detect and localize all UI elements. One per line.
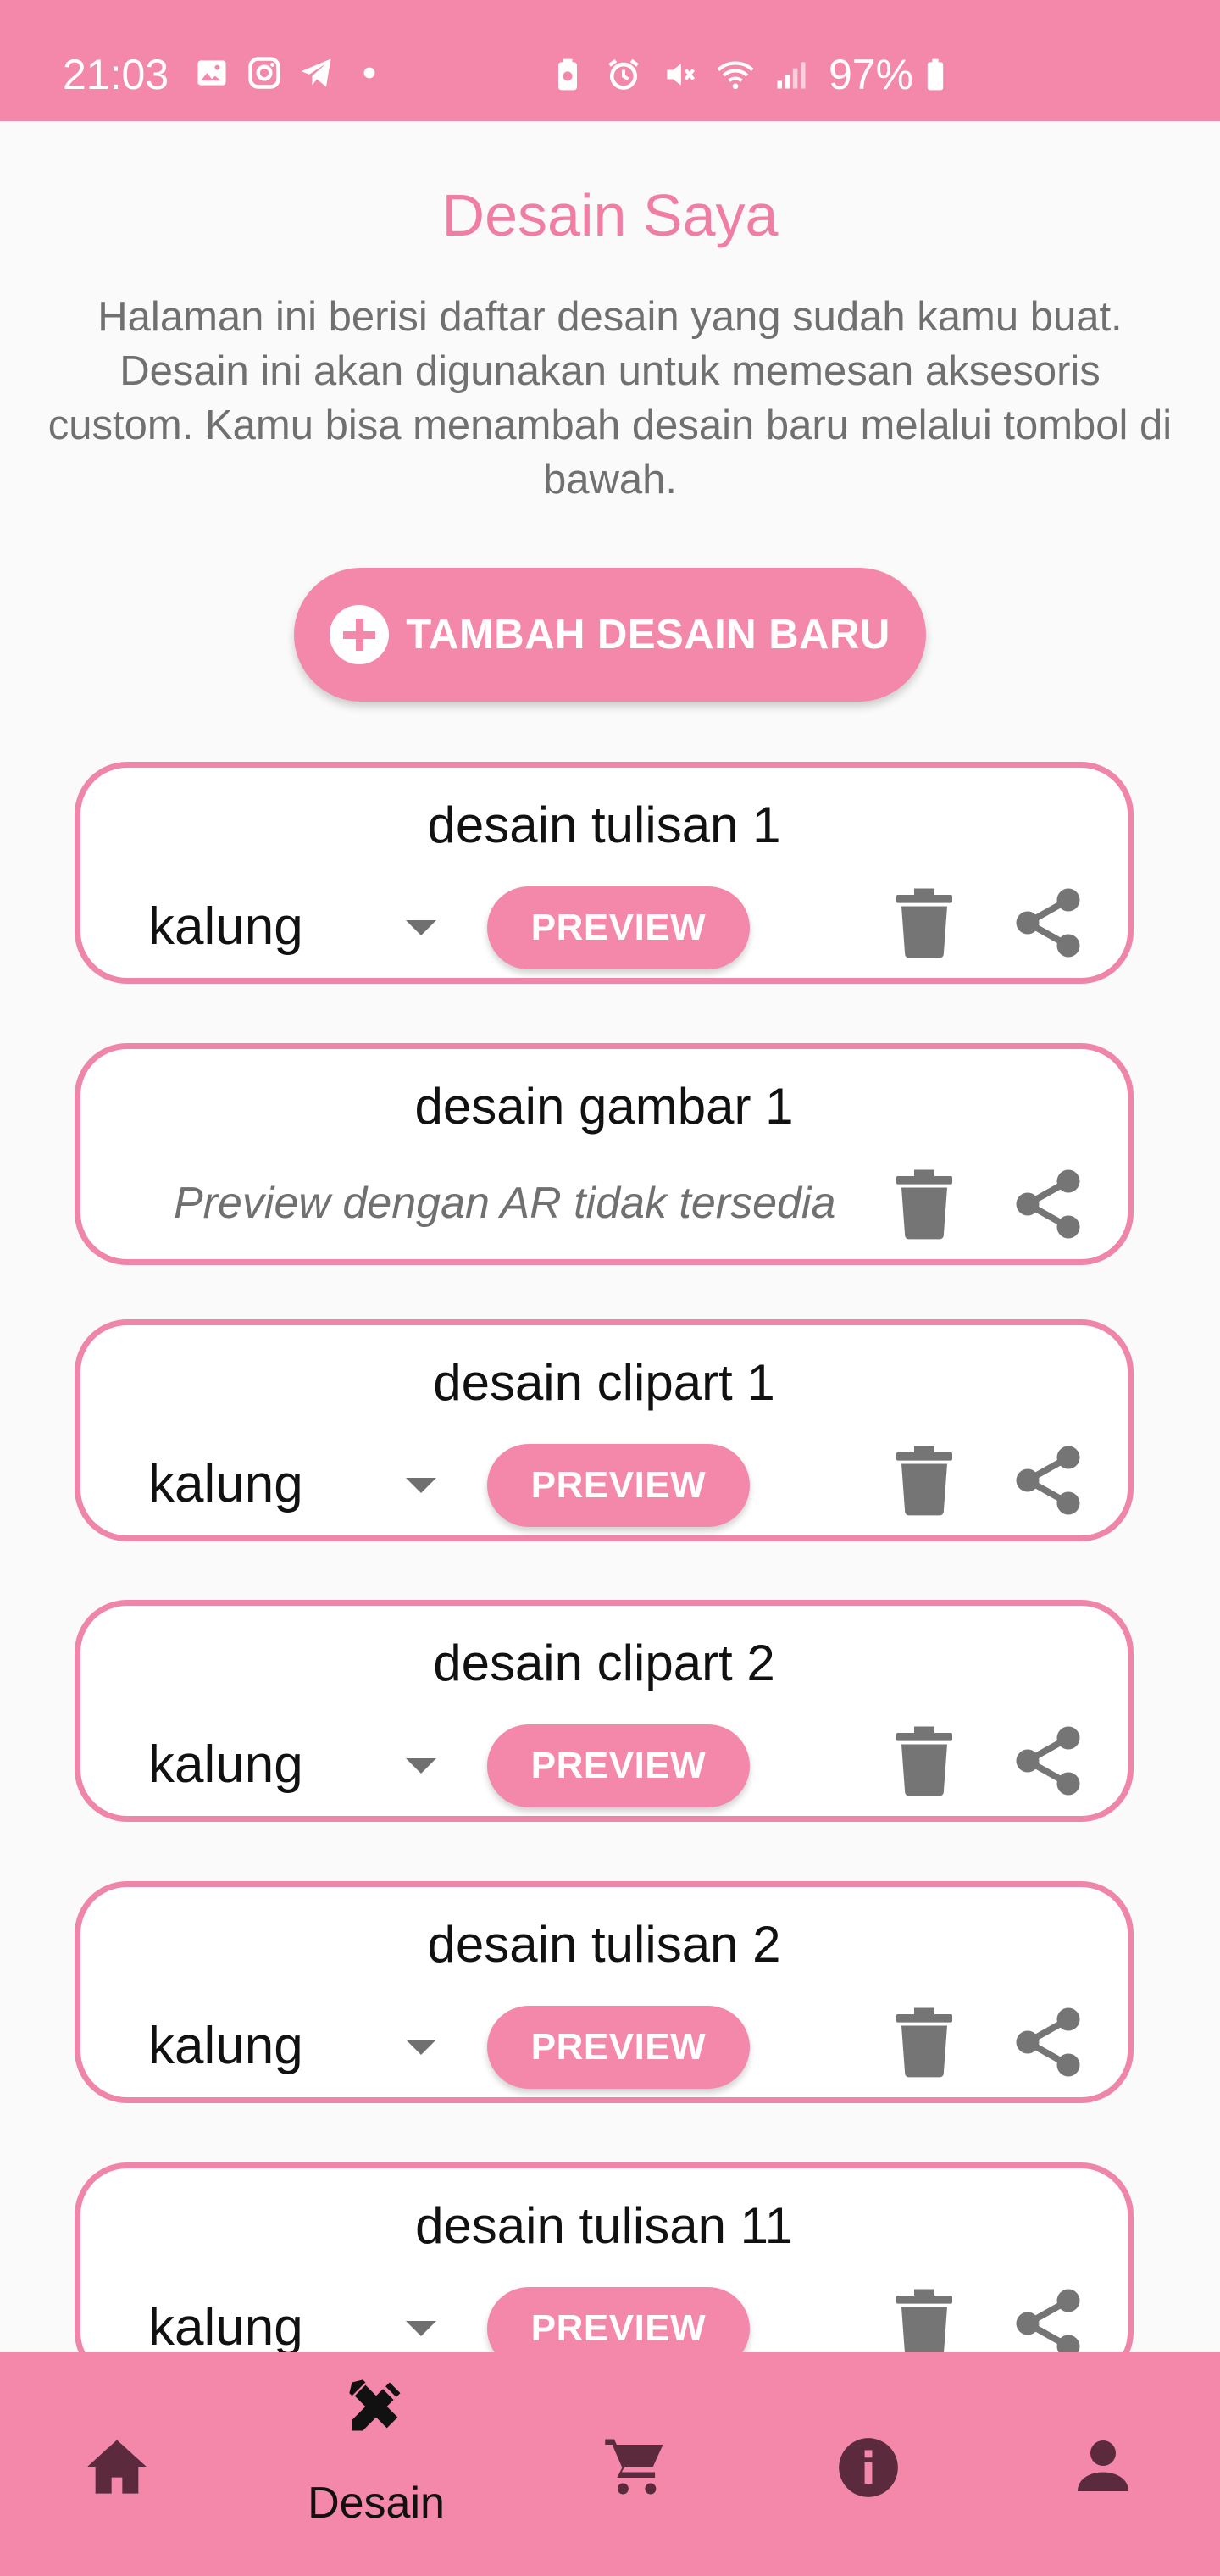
share-icon[interactable] xyxy=(1012,2006,1084,2079)
cart-icon xyxy=(605,2439,663,2495)
battery-icon xyxy=(917,56,954,93)
dot-icon xyxy=(351,54,388,92)
design-name: desain gambar 1 xyxy=(414,1078,794,1135)
wifi-icon xyxy=(717,56,754,93)
preview-button[interactable]: PREVIEW xyxy=(487,1444,750,1527)
nav-desain[interactable]: Desain xyxy=(291,2352,461,2576)
dropdown-arrow-icon xyxy=(406,1758,436,1774)
design-icon xyxy=(349,2379,401,2431)
delete-icon[interactable] xyxy=(894,1444,955,1517)
share-icon[interactable] xyxy=(1012,1724,1084,1797)
signal-icon xyxy=(773,56,810,93)
share-icon[interactable] xyxy=(1012,886,1084,959)
instagram-icon xyxy=(246,54,283,92)
share-icon[interactable] xyxy=(1012,1444,1084,1517)
dropdown-value: kalung xyxy=(148,2297,303,2357)
page-title: Desain Saya xyxy=(441,182,779,248)
design-name: desain tulisan 11 xyxy=(415,2197,793,2254)
delete-icon[interactable] xyxy=(894,1724,955,1797)
battery-level: 97% xyxy=(829,51,914,98)
design-card: desain gambar 1 Preview dengan AR tidak … xyxy=(75,1043,1134,1265)
gallery-icon xyxy=(193,54,230,92)
accessory-type-dropdown[interactable]: kalung xyxy=(148,1726,436,1802)
page-description: Halaman ini berisi daftar desain yang su… xyxy=(47,294,1173,502)
design-name: desain tulisan 2 xyxy=(427,1916,781,1973)
home-icon xyxy=(87,2440,147,2494)
accessory-type-dropdown[interactable]: kalung xyxy=(148,2007,436,2084)
dropdown-arrow-icon xyxy=(406,2040,436,2055)
nav-info[interactable] xyxy=(784,2352,953,2576)
accessory-type-dropdown[interactable]: kalung xyxy=(148,1446,436,1522)
design-card: desain clipart 2 kalung PREVIEW xyxy=(75,1600,1134,1822)
add-circle-icon xyxy=(330,605,390,664)
design-card: desain tulisan 11 kalung PREVIEW xyxy=(75,2162,1134,2384)
dropdown-value: kalung xyxy=(148,2016,303,2075)
mute-icon xyxy=(661,56,698,93)
delete-icon[interactable] xyxy=(894,886,955,959)
accessory-type-dropdown[interactable]: kalung xyxy=(148,888,436,964)
share-icon[interactable] xyxy=(1012,1168,1084,1241)
delete-icon[interactable] xyxy=(894,1168,955,1241)
notification-icons xyxy=(193,54,388,92)
ar-unavailable-note: Preview dengan AR tidak tersedia xyxy=(174,1179,836,1228)
dropdown-arrow-icon xyxy=(406,1478,436,1493)
add-design-button[interactable]: TAMBAH DESAIN BARU xyxy=(294,568,926,702)
nav-label-desain: Desain xyxy=(308,2479,445,2528)
nav-home[interactable] xyxy=(32,2352,202,2576)
design-card: desain tulisan 2 kalung PREVIEW xyxy=(75,1881,1134,2103)
preview-button[interactable]: PREVIEW xyxy=(487,886,750,969)
design-name: desain clipart 1 xyxy=(433,1354,775,1411)
add-design-label: TAMBAH DESAIN BARU xyxy=(406,612,890,658)
status-bar: 21:03 97% xyxy=(0,0,1220,121)
dropdown-value: kalung xyxy=(148,1454,303,1513)
share-icon[interactable] xyxy=(1012,2287,1084,2360)
system-icons: 97% xyxy=(549,49,954,100)
delete-icon[interactable] xyxy=(894,2006,955,2079)
info-icon xyxy=(839,2438,898,2497)
battery-saver-icon xyxy=(549,56,586,93)
person-icon xyxy=(1078,2440,1128,2491)
bottom-navigation: Desain xyxy=(0,2352,1220,2576)
design-name: desain tulisan 1 xyxy=(427,797,781,853)
design-card: desain clipart 1 kalung PREVIEW xyxy=(75,1319,1134,1541)
alarm-icon xyxy=(605,56,642,93)
preview-button[interactable]: PREVIEW xyxy=(487,2006,750,2089)
nav-cart[interactable] xyxy=(551,2352,720,2576)
telegram-icon xyxy=(298,54,336,92)
dropdown-arrow-icon xyxy=(406,2321,436,2336)
dropdown-arrow-icon xyxy=(406,920,436,935)
design-name: desain clipart 2 xyxy=(433,1635,775,1691)
delete-icon[interactable] xyxy=(894,2287,955,2360)
dropdown-value: kalung xyxy=(148,897,303,956)
status-time: 21:03 xyxy=(63,51,169,98)
preview-button[interactable]: PREVIEW xyxy=(487,1724,750,1807)
nav-profile[interactable] xyxy=(1018,2352,1188,2576)
dropdown-value: kalung xyxy=(148,1735,303,1794)
design-card: desain tulisan 1 kalung PREVIEW xyxy=(75,762,1134,984)
